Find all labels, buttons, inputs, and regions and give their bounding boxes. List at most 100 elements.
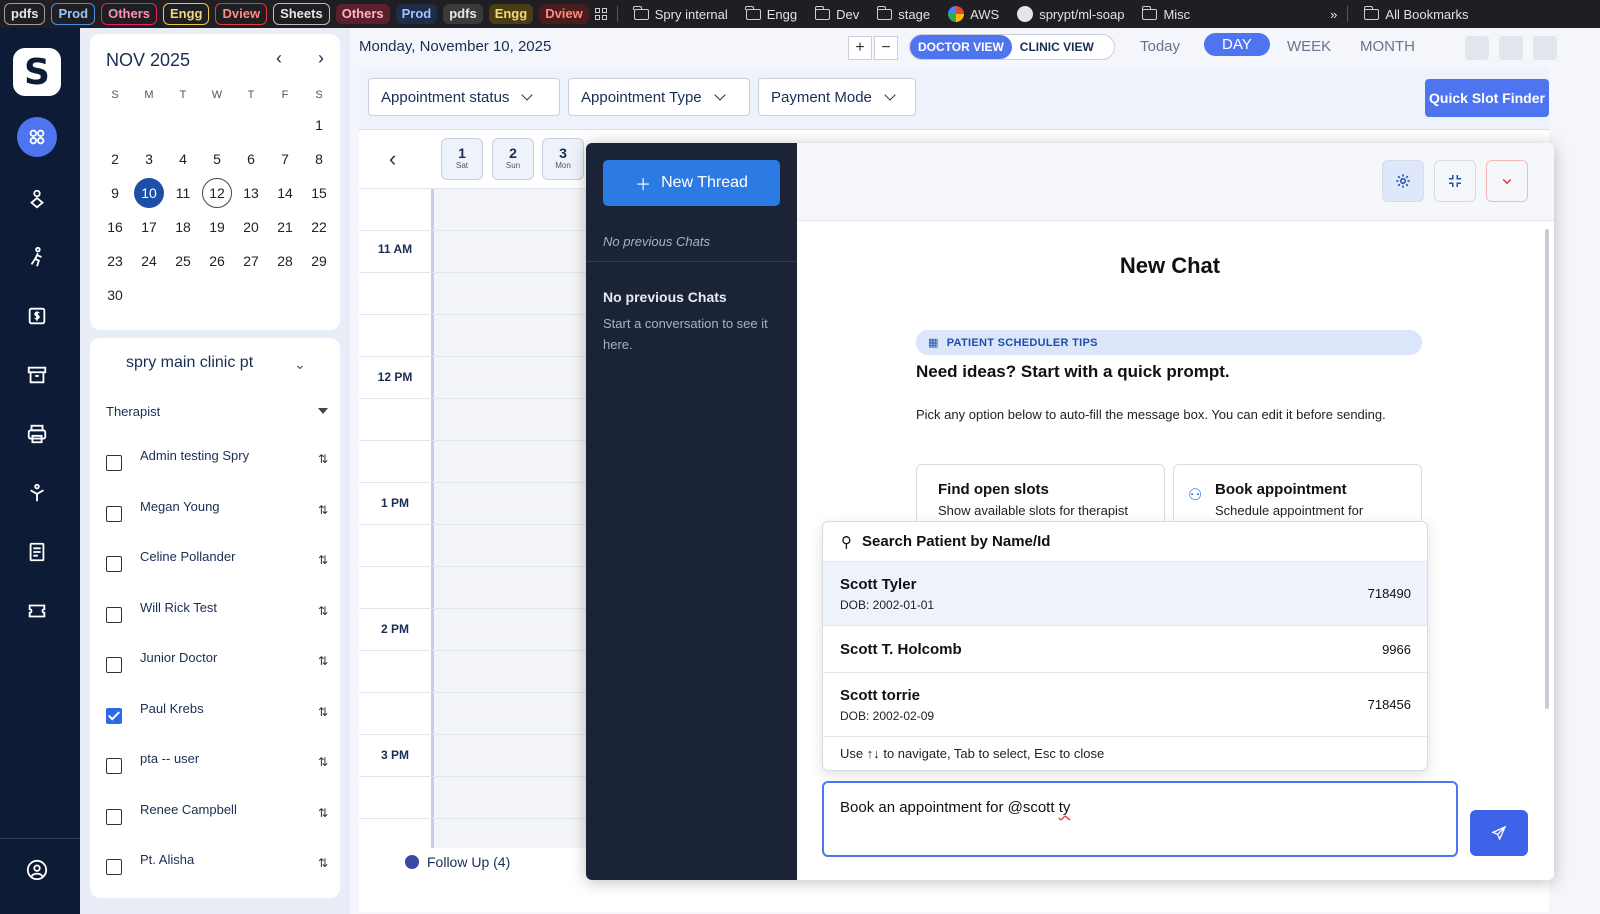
calendar-day[interactable]: 15 [302,178,336,208]
patients-icon[interactable] [17,179,57,219]
therapist-row[interactable]: Pt. Alisha ⇅ [90,842,340,893]
calendar-day[interactable]: 21 [268,212,302,242]
calendar-next-button[interactable]: › [318,48,324,69]
apps-grid-icon[interactable] [594,8,607,20]
sort-icon[interactable]: ⇅ [318,755,328,769]
calendar-day[interactable]: 30 [98,280,132,310]
sort-icon[interactable]: ⇅ [318,806,328,820]
patient-option[interactable]: Scott Tyler DOB: 2002-01-01 718490 [823,562,1427,626]
month-tab[interactable]: MONTH [1360,38,1415,55]
therapist-row[interactable]: pta -- user ⇅ [90,741,340,792]
calendar-day[interactable]: 4 [166,144,200,174]
therapist-checkbox[interactable] [106,657,122,674]
today-button[interactable]: Today [1140,38,1180,55]
new-thread-button[interactable]: ＋ New Thread [603,160,780,206]
sort-icon[interactable]: ⇅ [318,604,328,618]
bookmark-chip-engg[interactable]: Engg [162,3,210,25]
calendar-day[interactable]: 20 [234,212,268,242]
calendar-day[interactable]: 3 [132,144,166,174]
day-chip[interactable]: 3 Mon [542,138,584,180]
day-tab[interactable]: DAY [1204,33,1270,56]
calendar-day[interactable]: 17 [132,212,166,242]
all-bookmarks[interactable]: All Bookmarks [1358,5,1474,22]
print-icon[interactable] [1465,36,1489,60]
collapse-button[interactable] [1434,160,1476,202]
calendar-day[interactable]: 27 [234,246,268,276]
therapist-checkbox[interactable] [106,505,122,522]
calendar-day[interactable]: 28 [268,246,302,276]
calendar-day[interactable]: 6 [234,144,268,174]
therapist-checkbox[interactable] [106,606,122,623]
calendar-day[interactable]: 22 [302,212,336,242]
appointment-status-filter[interactable]: Appointment status [368,78,560,116]
bookmark-folder-engg[interactable]: Engg [740,5,803,22]
therapist-row[interactable]: Megan Young ⇅ [90,489,340,540]
layout-icon[interactable] [1499,36,1523,60]
day-chip[interactable]: 2 Sun [492,138,534,180]
bookmark-chip-sheets[interactable]: Sheets [273,3,330,25]
follow-up-legend[interactable]: Follow Up (4) [405,854,510,870]
clinic-view-tab[interactable]: CLINIC VIEW [1012,35,1102,59]
patient-option[interactable]: Scott T. Holcomb 9966 [823,626,1427,673]
message-input[interactable]: Book an appointment for @scott ty [822,781,1458,857]
bookmark-chip-prod[interactable]: Prod [51,3,96,25]
bookmarks-overflow-icon[interactable]: » [1330,7,1337,22]
patient-option[interactable]: Scott torrie DOB: 2002-02-09 718456 [823,673,1427,737]
calendar-day[interactable]: 8 [302,144,336,174]
bookmark-others[interactable]: Others [335,4,390,24]
calendar-day[interactable]: 12 [202,178,232,208]
therapist-row[interactable]: Paul Krebs ⇅ [90,691,340,742]
therapist-checkbox[interactable] [106,859,122,876]
bookmark-folder-dev[interactable]: Dev [809,5,865,22]
appointment-type-filter[interactable]: Appointment Type [568,78,750,116]
therapist-row[interactable]: Renee Campbell ⇅ [90,792,340,843]
therapist-checkbox[interactable] [106,455,122,472]
chevron-down-icon[interactable]: ⌄ [294,356,306,373]
bookmark-folder-spry-internal[interactable]: Spry internal [628,5,734,22]
therapist-checkbox[interactable] [106,808,122,825]
calendar-day[interactable]: 5 [200,144,234,174]
zoom-in-button[interactable]: + [848,36,872,60]
sort-icon[interactable]: ⇅ [318,856,328,870]
bookmark-chip-dview[interactable]: Dview [215,3,268,25]
calendar-day[interactable]: 23 [98,246,132,276]
calendar-day[interactable]: 2 [98,144,132,174]
bookmark-prod[interactable]: Prod [395,4,438,24]
bookmark-engg[interactable]: Engg [488,4,534,24]
day-chip[interactable]: 1 Sat [441,138,483,180]
exercise-icon[interactable] [17,237,57,277]
schedule-column[interactable] [434,188,586,848]
therapist-row[interactable]: Will Rick Test ⇅ [90,590,340,641]
bookmark-chip-others[interactable]: Others [101,3,157,25]
calendar-day[interactable]: 25 [166,246,200,276]
close-chat-button[interactable] [1486,160,1528,202]
calendar-day[interactable]: 18 [166,212,200,242]
quick-slot-finder-button[interactable]: Quick Slot Finder [1425,79,1549,117]
sort-icon[interactable]: ⇅ [318,503,328,517]
profile-icon[interactable] [17,850,57,890]
week-tab[interactable]: WEEK [1287,38,1331,55]
calendar-day[interactable]: 7 [268,144,302,174]
calendar-day[interactable]: 1 [302,110,336,140]
sort-icon[interactable]: ⇅ [318,452,328,466]
archive-icon[interactable] [17,355,57,395]
bookmark-aws[interactable]: AWS [942,6,1005,22]
therapist-row[interactable]: Celine Pollander ⇅ [90,539,340,590]
send-button[interactable] [1470,810,1528,856]
calendar-prev-button[interactable]: ‹ [276,48,282,69]
therapist-row[interactable]: Admin testing Spry ⇅ [90,438,340,489]
therapist-checkbox[interactable] [106,758,122,775]
calendar-day[interactable]: 29 [302,246,336,276]
zoom-out-button[interactable]: − [874,36,898,60]
calendar-day[interactable]: 16 [98,212,132,242]
bookmark-folder-stage[interactable]: stage [871,5,936,22]
billing-icon[interactable] [17,296,57,336]
calendar-day[interactable]: 19 [200,212,234,242]
bookmark-ml-soap[interactable]: sprypt/ml-soap [1011,6,1130,22]
bookmark-pdfs[interactable]: pdfs [443,4,483,24]
bookmark-dview[interactable]: Dview [539,4,589,24]
clinic-select[interactable]: spry main clinic pt [126,354,253,372]
documents-icon[interactable] [17,532,57,572]
dashboard-icon[interactable] [17,117,57,157]
calendar-day[interactable]: 26 [200,246,234,276]
